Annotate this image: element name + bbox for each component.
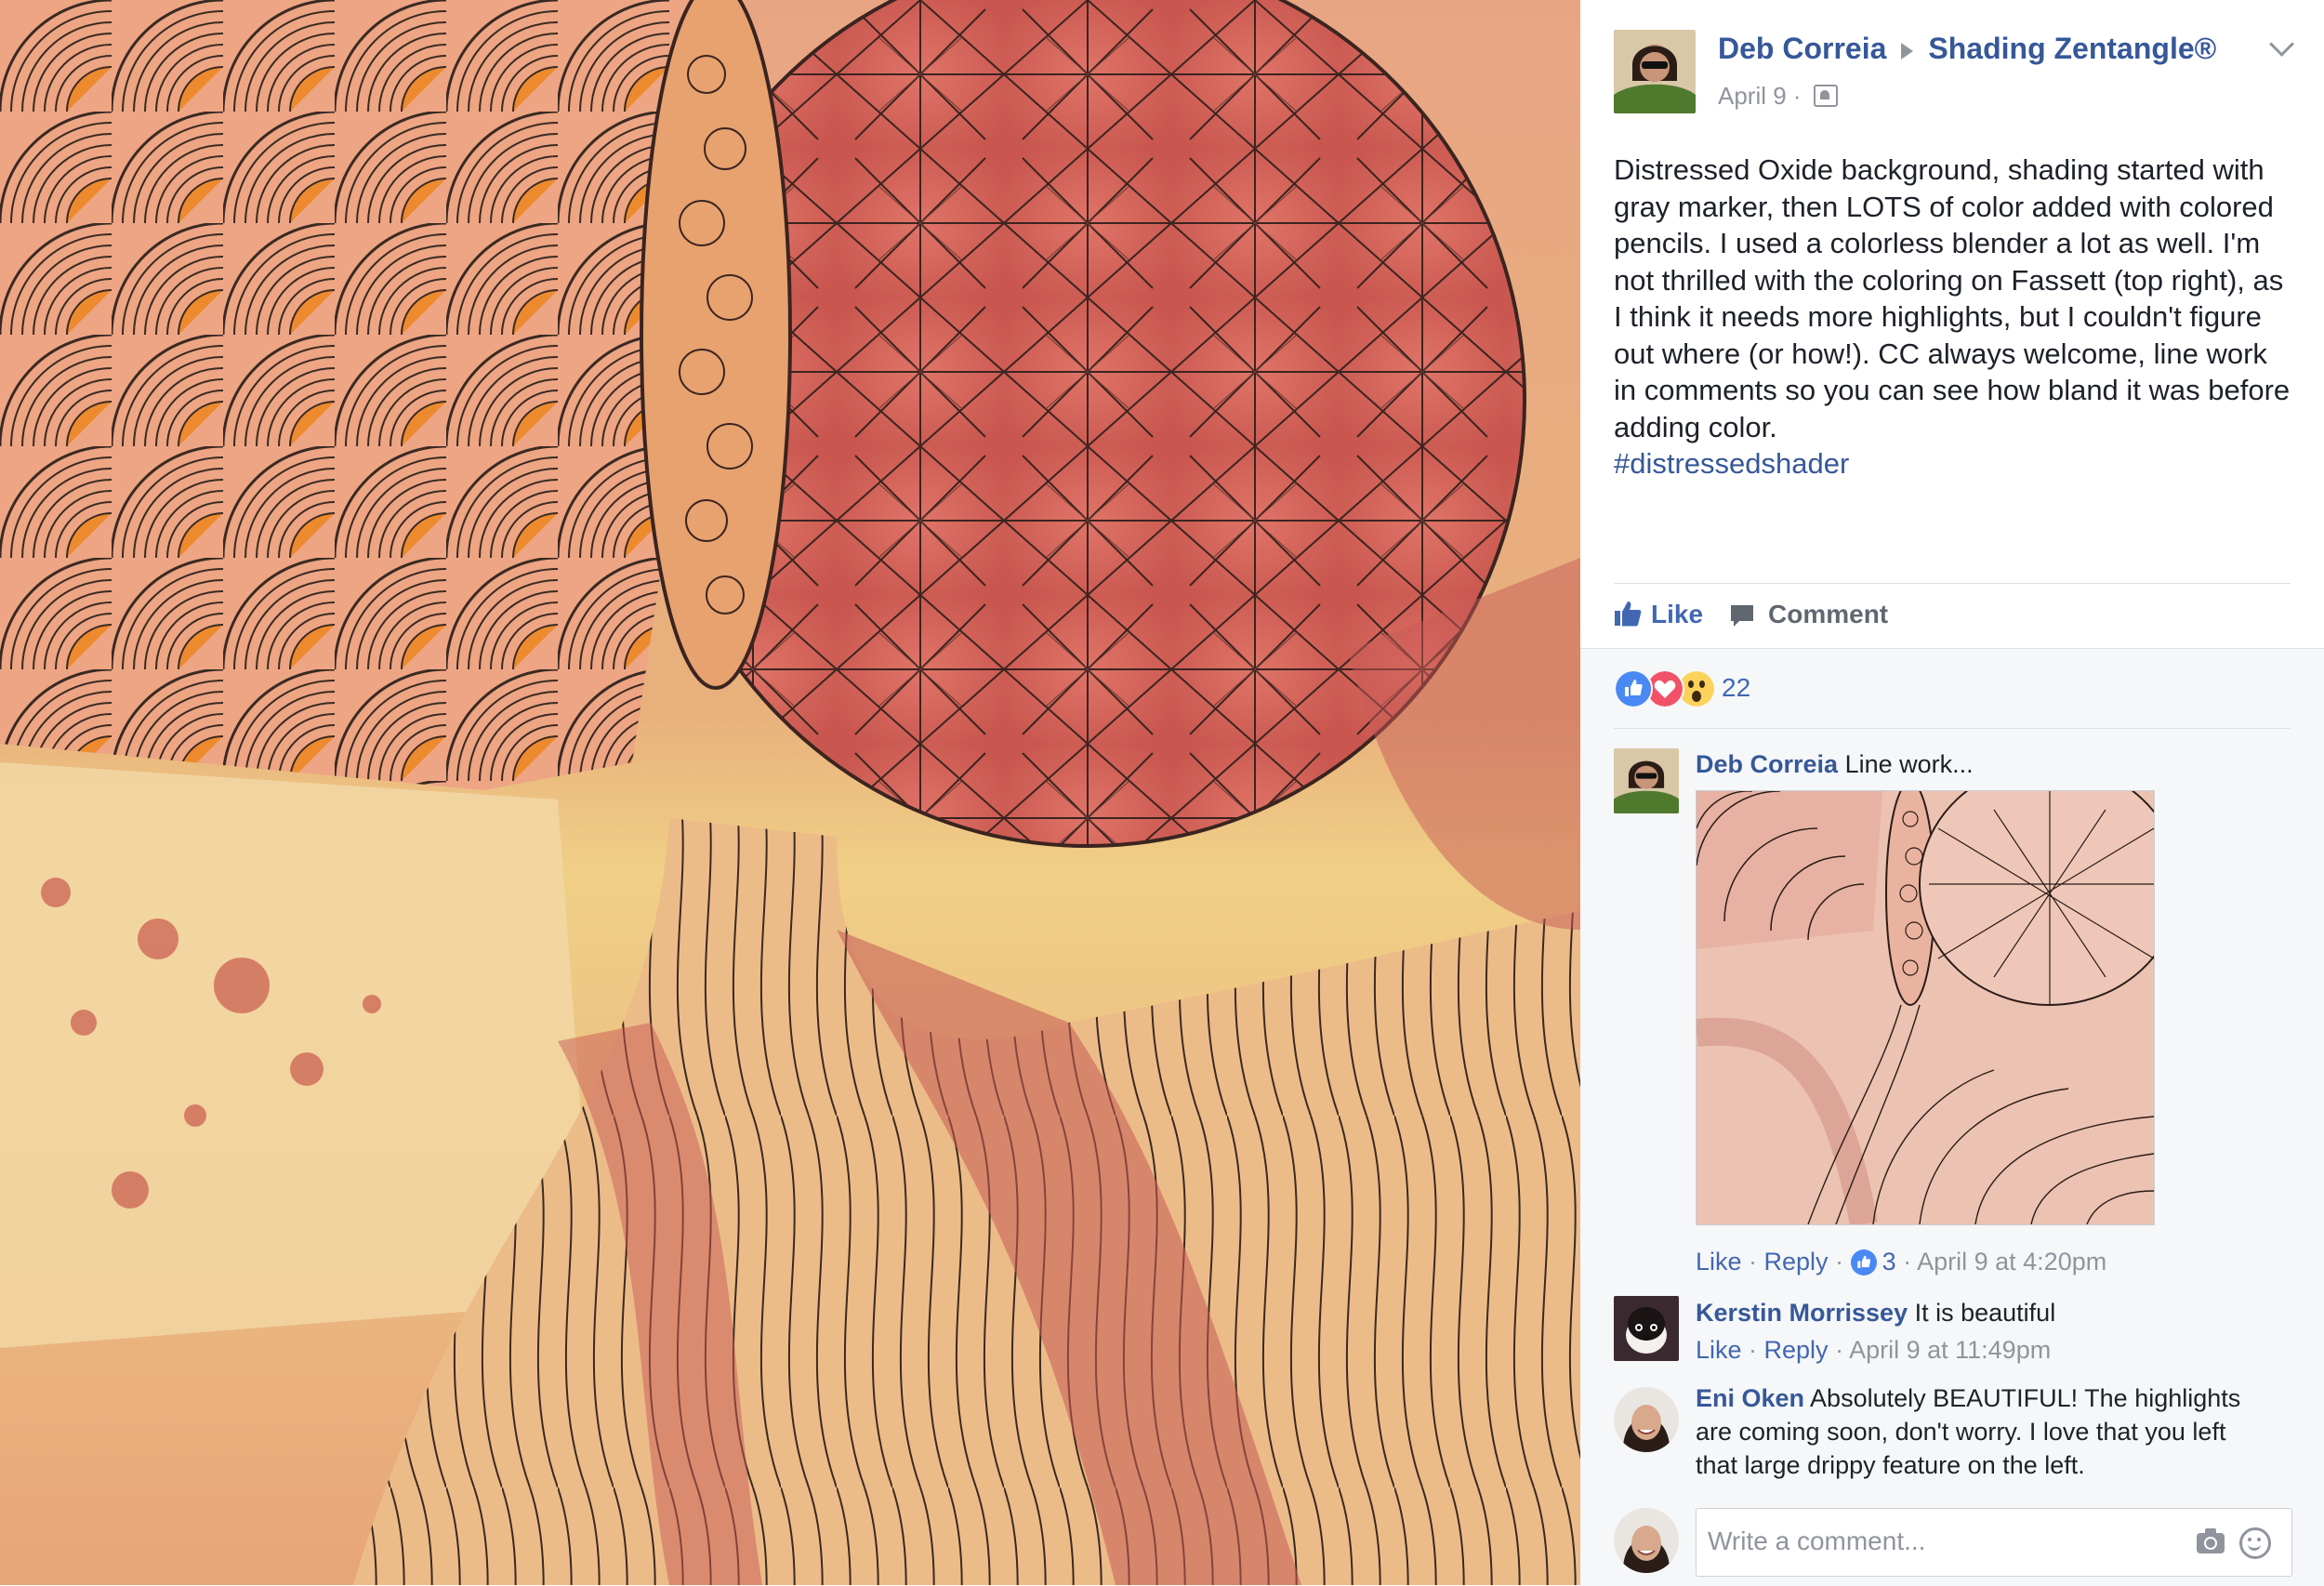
post-photo[interactable] [0,0,1580,1585]
divider [1614,583,2291,584]
like-label: Like [1651,600,1704,628]
group-name-link[interactable]: Shading Zentangle® [1928,32,2216,65]
comment-body: Eni Oken Absolutely BEAUTIFUL! The highl… [1696,1381,2272,1482]
comment-meta: Like · Reply · 3 · April 9 at 4:20pm [1696,1248,2107,1275]
comment-like-link[interactable]: Like [1696,1336,1742,1364]
hashtag-link[interactable]: #distressedshader [1614,445,2292,482]
post-text: Distressed Oxide background, shading sta… [1614,152,2292,482]
commenter-avatar[interactable] [1614,748,1679,813]
comment-reaction-count[interactable]: 3 [1882,1248,1896,1275]
comment-meta: Like · Reply · April 9 at 11:49pm [1696,1336,2052,1364]
like-reaction-icon [1850,1249,1877,1275]
comment-reply-link[interactable]: Reply [1764,1248,1829,1275]
like-reaction-icon [1614,669,1653,708]
post-panel: Deb Correia Shading Zentangle® April 9 · … [1580,0,2324,1586]
commenter-avatar[interactable] [1614,1296,1679,1361]
comment-bubble-icon [1731,605,1753,627]
comment-photo[interactable] [1696,790,2155,1225]
comment-like-link[interactable]: Like [1696,1248,1742,1275]
group-audience-icon [1813,85,1838,107]
author-photo [1614,30,1696,113]
comment-body: Deb Correia Line work... [1696,747,1974,781]
comment-composer [1696,1508,2292,1577]
camera-icon[interactable] [2197,1528,2225,1553]
commenter-photo [1614,1296,1679,1361]
write-comment-input[interactable] [1706,1522,2174,1561]
post-meta: April 9 · [1718,82,1838,111]
comment-reply-link[interactable]: Reply [1764,1336,1829,1364]
comment-label: Comment [1768,600,1889,628]
commenter-name-link[interactable]: Deb Correia [1696,750,1838,778]
like-button[interactable]: Like [1614,600,1703,629]
comment-time[interactable]: April 9 at 4:20pm [1917,1248,2106,1275]
comment-body: Kerstin Morrissey It is beautiful [1696,1296,2055,1329]
commenter-photo [1614,1387,1679,1452]
viewer-avatar [1614,1508,1679,1573]
divider [1614,728,2291,729]
commenter-photo [1614,748,1679,813]
viewer-photo [1614,1508,1679,1573]
thumbs-up-icon [1615,601,1642,627]
post-body: Distressed Oxide background, shading sta… [1614,153,2291,443]
author-name-link[interactable]: Deb Correia [1718,32,1886,65]
line-work-artwork [1697,791,2154,1224]
comment-time[interactable]: April 9 at 11:49pm [1849,1336,2051,1364]
post-date-link[interactable]: April 9 · [1718,82,1802,110]
emoji-icon[interactable] [2239,1527,2271,1559]
comment-button[interactable]: Comment [1729,600,1888,629]
comment-text: Line work... [1844,750,1974,778]
commenter-name-link[interactable]: Eni Oken [1696,1384,1804,1412]
commenter-name-link[interactable]: Kerstin Morrissey [1696,1299,1908,1327]
triangle-right-icon [1901,42,1914,59]
reaction-count[interactable]: 22 [1722,673,1750,703]
comment-text: It is beautiful [1914,1299,2056,1327]
chevron-down-icon[interactable] [2269,32,2294,57]
zentangle-artwork [0,0,1580,1585]
post-header: Deb Correia Shading Zentangle® [1718,32,2216,66]
commenter-avatar[interactable] [1614,1387,1679,1452]
author-avatar[interactable] [1614,30,1696,113]
